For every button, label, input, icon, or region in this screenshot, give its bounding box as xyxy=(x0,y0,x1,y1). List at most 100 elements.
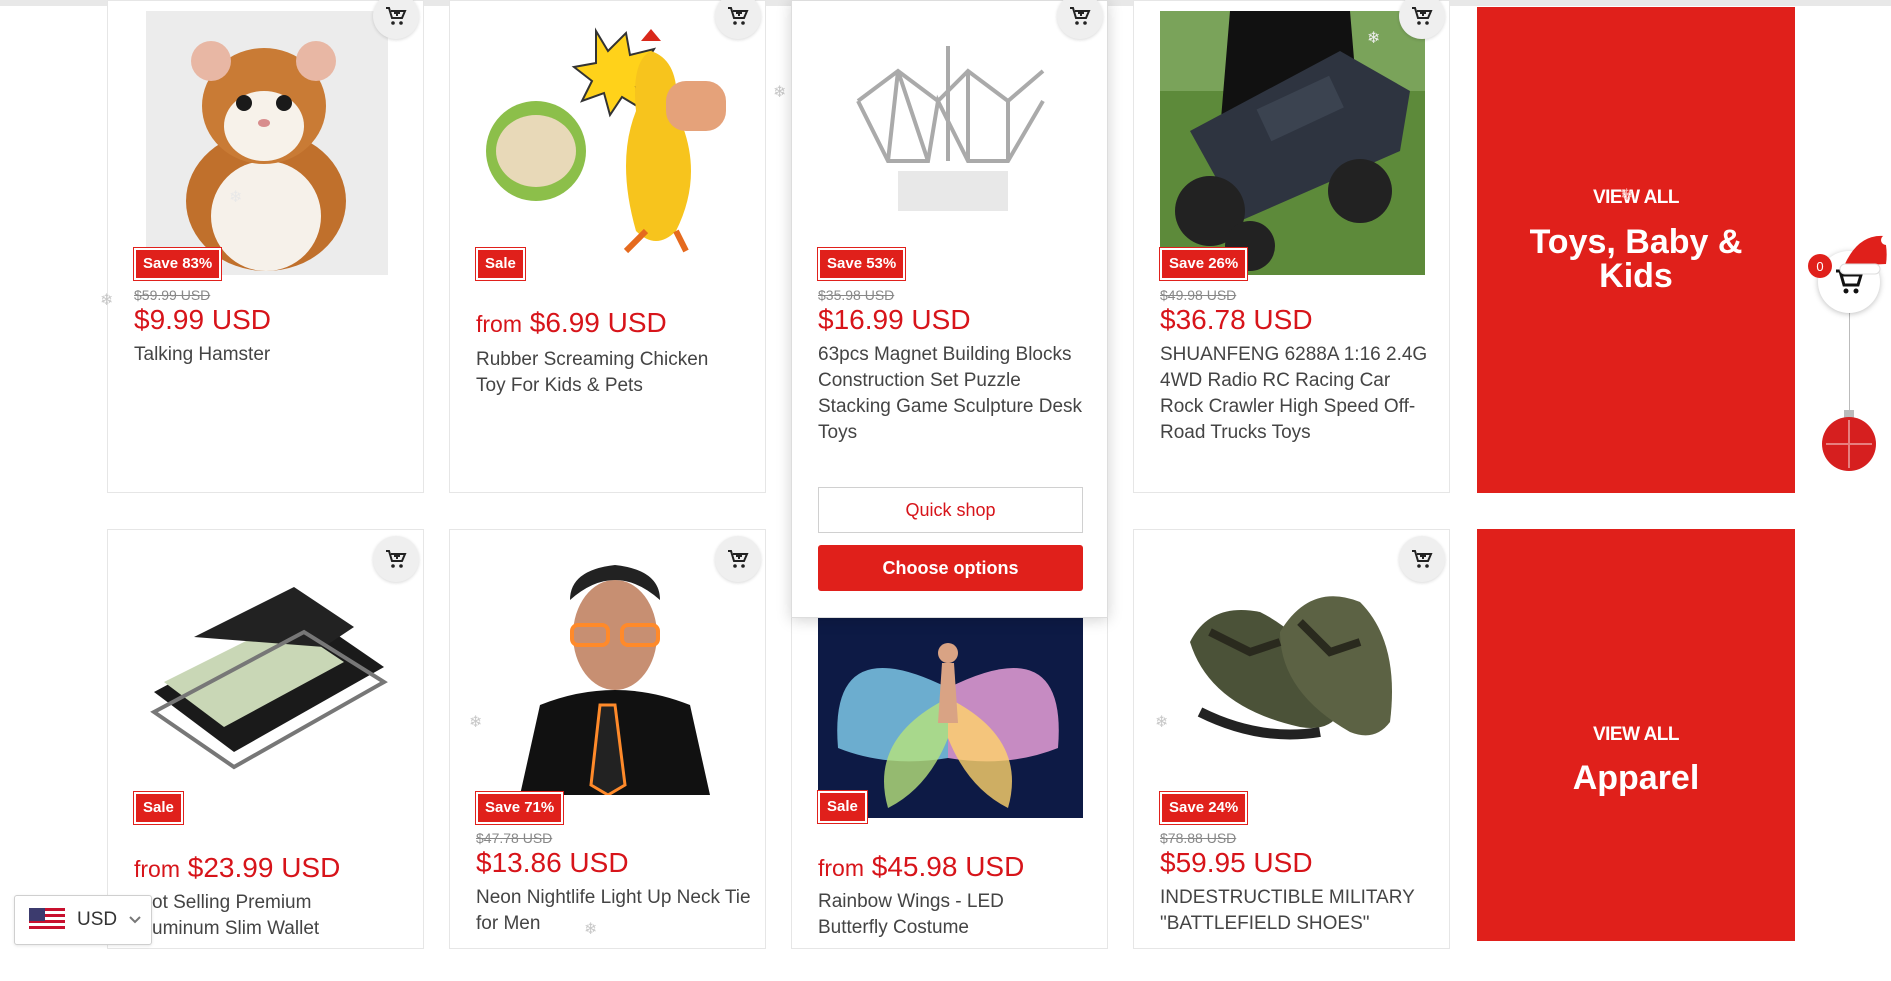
product-image[interactable] xyxy=(146,11,388,275)
price-value: $59.95 USD xyxy=(1160,847,1313,878)
rainbow-wings-image xyxy=(818,618,1083,818)
discount-badge: Save 53% xyxy=(818,248,906,280)
us-flag-icon xyxy=(29,908,65,932)
snowflake-icon: ❄ xyxy=(1155,714,1169,731)
price-value: $23.99 USD xyxy=(187,852,341,883)
view-all-link[interactable]: VIEW ALL xyxy=(1477,187,1795,209)
product-price: from $23.99 USD xyxy=(134,852,340,884)
cart-plus-icon xyxy=(386,550,407,568)
product-image[interactable] xyxy=(134,542,399,807)
product-title[interactable]: Rubber Screaming Chicken Toy For Kids & … xyxy=(476,347,726,399)
choose-options-button[interactable]: Choose options xyxy=(818,545,1083,591)
discount-badge: Save 71% xyxy=(476,792,564,824)
product-title[interactable]: Neon Nightlife Light Up Neck Tie for Men xyxy=(476,885,751,937)
add-to-cart-button[interactable] xyxy=(1399,536,1445,582)
product-image[interactable] xyxy=(1160,542,1425,797)
price-value: $36.78 USD xyxy=(1160,304,1313,335)
product-card[interactable]: Save 83% $59.99 USD $9.99 USD Talking Ha… xyxy=(107,0,424,493)
price-value: $13.86 USD xyxy=(476,847,629,878)
product-card[interactable]: Save 53% $35.98 USD $16.99 USD 63pcs Mag… xyxy=(791,0,1108,618)
price-prefix: from xyxy=(134,856,180,882)
snowflake-icon: ❄ xyxy=(229,189,243,206)
collection-promo[interactable]: VIEW ALL Toys, Baby & Kids xyxy=(1477,7,1795,493)
snowflake-icon: ❄ xyxy=(584,921,598,938)
product-price: $13.86 USD xyxy=(476,847,629,879)
chicken-image xyxy=(476,11,741,275)
price-value: $45.98 USD xyxy=(871,851,1025,882)
rc-car-image xyxy=(1160,11,1425,275)
product-image[interactable] xyxy=(818,11,1083,275)
compare-price: $78.88 USD xyxy=(1160,830,1237,846)
military-shoes-image xyxy=(1160,542,1425,797)
snowflake-icon: ❄ xyxy=(1620,187,1634,204)
compare-price: $49.98 USD xyxy=(1160,287,1237,303)
product-price: from $45.98 USD xyxy=(818,851,1024,883)
product-title[interactable]: ot Selling Premium uminum Slim Wallet xyxy=(152,890,352,942)
product-title[interactable]: SHUANFENG 6288A 1:16 2.4G 4WD Radio RC R… xyxy=(1160,342,1435,446)
magnet-sculpture-image xyxy=(818,11,1083,275)
product-image[interactable] xyxy=(476,11,741,275)
add-to-cart-button[interactable] xyxy=(1399,0,1445,39)
sale-badge: Sale xyxy=(476,248,525,280)
product-title[interactable]: 63pcs Magnet Building Blocks Constructio… xyxy=(818,342,1093,446)
cart-plus-icon xyxy=(1412,7,1433,25)
add-to-cart-button[interactable] xyxy=(715,0,761,39)
quick-shop-button[interactable]: Quick shop xyxy=(818,487,1083,533)
snowflake-icon: ❄ xyxy=(100,292,114,309)
product-card[interactable]: Sale from $6.99 USD Rubber Screaming Chi… xyxy=(449,0,766,493)
compare-price: $59.99 USD xyxy=(134,287,211,303)
collection-promo[interactable]: VIEW ALL Apparel xyxy=(1477,529,1795,941)
product-card[interactable]: Save 71% $47.78 USD $13.86 USD Neon Nigh… xyxy=(449,529,766,949)
product-title[interactable]: INDESTRUCTIBLE MILITARY "BATTLEFIELD SHO… xyxy=(1160,885,1435,937)
price-value: $9.99 USD xyxy=(134,304,271,335)
product-price: $59.95 USD xyxy=(1160,847,1313,879)
discount-badge: Save 26% xyxy=(1160,248,1248,280)
hamster-image xyxy=(146,11,388,275)
collection-title[interactable]: Apparel xyxy=(1497,761,1775,795)
cart-plus-icon xyxy=(1412,550,1433,568)
price-value: $16.99 USD xyxy=(818,304,971,335)
wallet-image xyxy=(134,542,399,807)
product-card[interactable]: Save 26% $49.98 USD $36.78 USD SHUANFENG… xyxy=(1133,0,1450,493)
discount-badge: Save 83% xyxy=(134,248,222,280)
sale-badge: Sale xyxy=(818,791,867,823)
view-all-link[interactable]: VIEW ALL xyxy=(1477,724,1795,746)
add-to-cart-button[interactable] xyxy=(373,0,419,39)
price-prefix: from xyxy=(818,855,864,881)
discount-badge: Save 24% xyxy=(1160,792,1248,824)
add-to-cart-button[interactable] xyxy=(373,536,419,582)
price-value: $6.99 USD xyxy=(529,307,667,338)
snowflake-icon: ❄ xyxy=(773,84,787,101)
snowflake-icon: ❄ xyxy=(1367,30,1381,47)
chevron-down-icon xyxy=(129,916,141,924)
product-price: $9.99 USD xyxy=(134,304,271,336)
currency-code: USD xyxy=(77,909,118,930)
snowflake-icon: ❄ xyxy=(469,714,483,731)
product-card[interactable]: Sale from $23.99 USD ot Selling Premium … xyxy=(107,529,424,949)
product-price: from $6.99 USD xyxy=(476,307,667,339)
collection-title[interactable]: Toys, Baby & Kids xyxy=(1497,225,1775,293)
ornament-ball-icon xyxy=(1822,410,1876,471)
product-title[interactable]: Rainbow Wings - LED Butterfly Costume xyxy=(818,889,1038,941)
product-image[interactable] xyxy=(1160,11,1425,275)
compare-price: $47.78 USD xyxy=(476,830,553,846)
product-price: $36.78 USD xyxy=(1160,304,1313,336)
currency-selector[interactable]: USD xyxy=(14,895,152,945)
product-card[interactable]: Save 24% $78.88 USD $59.95 USD INDESTRUC… xyxy=(1133,529,1450,949)
product-price: $16.99 USD xyxy=(818,304,971,336)
add-to-cart-button[interactable] xyxy=(715,536,761,582)
product-title[interactable]: Talking Hamster xyxy=(134,342,404,368)
cart-count-badge: 0 xyxy=(1808,254,1832,278)
compare-price: $35.98 USD xyxy=(818,287,895,303)
add-to-cart-button[interactable] xyxy=(1057,0,1103,39)
sale-badge: Sale xyxy=(134,792,183,824)
santa-hat-icon xyxy=(1839,235,1891,275)
product-card[interactable]: Sale from $45.98 USD Rainbow Wings - LED… xyxy=(791,618,1108,949)
cart-plus-icon xyxy=(1070,7,1091,25)
cart-plus-icon xyxy=(728,550,749,568)
product-image[interactable] xyxy=(818,618,1083,818)
neon-tie-image xyxy=(510,555,720,795)
ornament-string xyxy=(1849,313,1850,413)
cart-plus-icon xyxy=(728,7,749,25)
product-image[interactable] xyxy=(510,555,720,795)
